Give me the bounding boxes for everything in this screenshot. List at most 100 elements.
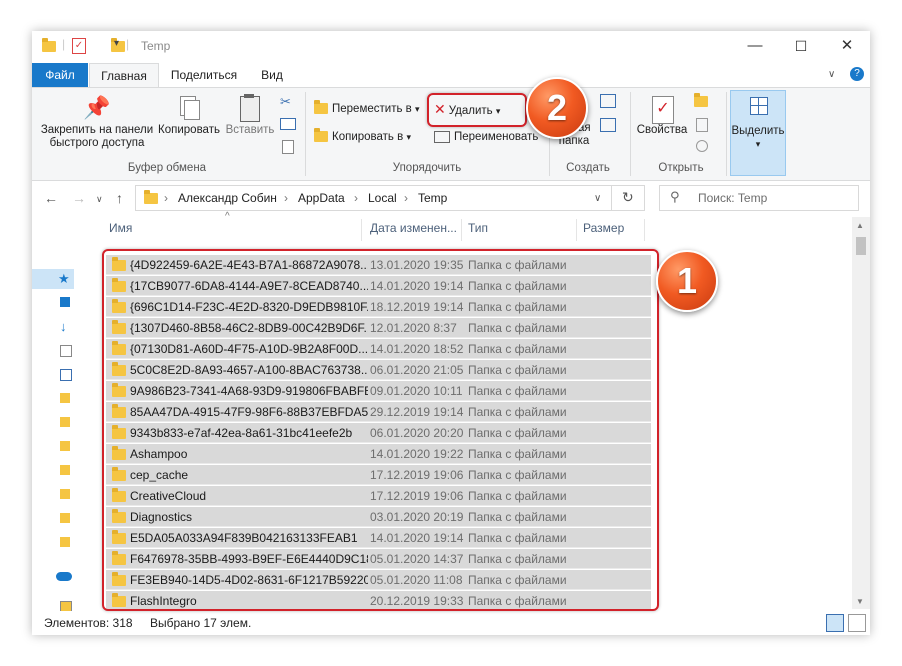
copy-to-label: Копировать в [332, 131, 404, 143]
tab-file[interactable]: Файл [32, 63, 88, 87]
maximize-button[interactable]: ☐ [778, 31, 824, 61]
ribbon-tabs: Файл Главная Поделиться Вид ∨ ? [32, 63, 870, 88]
forward-arrow-icon[interactable]: → [72, 190, 86, 206]
recent-locations-icon[interactable]: ∨ [96, 194, 103, 205]
collapse-ribbon-icon[interactable]: ∨ [828, 69, 835, 80]
move-folder-icon [314, 100, 328, 115]
help-icon[interactable]: ? [850, 67, 864, 81]
select-grid-icon [731, 91, 785, 125]
column-divider [361, 219, 362, 241]
search-box[interactable]: ⚲ Поиск: Temp [659, 185, 859, 211]
easy-access-icon[interactable] [600, 118, 616, 132]
column-divider [576, 219, 577, 241]
paste-button[interactable]: Вставить [224, 92, 276, 137]
column-size-header[interactable]: Размер [583, 221, 624, 235]
navigation-pane: ★ ↓ [32, 217, 74, 613]
nav-quick-access-item[interactable]: ★ [32, 269, 74, 289]
large-icons-view-icon[interactable] [848, 614, 866, 632]
rename-button[interactable]: Переименовать [434, 128, 538, 146]
column-type-header[interactable]: Тип [468, 221, 488, 235]
search-placeholder: Поиск: Temp [698, 191, 768, 205]
pictures-icon[interactable] [60, 369, 72, 381]
folder-icon[interactable] [60, 537, 70, 547]
dropdown-caret-icon: ▾ [414, 104, 420, 114]
copy-to-button[interactable]: Копировать в ▾ [314, 128, 411, 146]
group-separator [305, 92, 306, 176]
breadcrumb-appdata[interactable]: AppData [298, 191, 345, 205]
rename-icon [434, 130, 450, 143]
onedrive-icon[interactable] [56, 572, 72, 581]
divider [611, 186, 612, 210]
folder-icon[interactable] [60, 489, 70, 499]
customize-quick-access-icon[interactable]: ▾ [114, 38, 119, 49]
breadcrumb-separator: › [404, 191, 408, 205]
address-dropdown-icon[interactable]: ∨ [594, 193, 601, 204]
close-button[interactable]: ✕ [824, 31, 870, 61]
tab-view[interactable]: Вид [252, 63, 292, 87]
back-arrow-icon[interactable]: ← [44, 190, 58, 206]
column-name-header[interactable]: Имя [109, 221, 132, 235]
delete-button-annotation [427, 93, 527, 127]
step-1-badge: 1 [656, 250, 718, 312]
documents-icon[interactable] [60, 345, 72, 357]
open-icon[interactable] [694, 93, 708, 107]
address-bar[interactable]: › Александр Собин › AppData › Local › Te… [135, 185, 645, 211]
downloads-icon[interactable]: ↓ [60, 319, 70, 334]
scrollbar-thumb[interactable] [856, 237, 866, 255]
breadcrumb-user[interactable]: Александр Собин [178, 191, 277, 205]
paste-shortcut-icon[interactable] [282, 140, 294, 154]
pin-label-line2: быстрого доступа [49, 137, 145, 149]
explorer-window: | ✓ ▾ | Temp — ☐ ✕ Файл Главная Поделить… [32, 31, 870, 635]
selection-highlight-annotation [102, 249, 659, 611]
properties-button[interactable]: ✓ Свойства [634, 92, 690, 137]
address-row: ← → ∨ ↑ › Александр Собин › AppData › Lo… [32, 181, 870, 215]
select-button[interactable]: Выделить ▾ [730, 90, 786, 176]
tab-share[interactable]: Поделиться [162, 63, 246, 87]
desktop-icon[interactable] [60, 297, 70, 307]
properties-icon: ✓ [634, 92, 690, 124]
new-item-icon[interactable] [600, 94, 616, 108]
copy-path-icon[interactable] [280, 118, 296, 130]
copy-button[interactable]: Копировать [156, 92, 222, 137]
folder-icon[interactable] [60, 513, 70, 523]
group-separator [726, 92, 727, 176]
history-icon[interactable] [696, 140, 708, 152]
column-divider [644, 219, 645, 241]
folder-icon[interactable] [60, 417, 70, 427]
rename-label: Переименовать [454, 131, 539, 143]
paste-icon [224, 92, 276, 124]
refresh-icon[interactable]: ↻ [622, 189, 634, 206]
vertical-scrollbar[interactable]: ▲ ▼ [852, 217, 870, 609]
pin-icon: 📌 [83, 95, 111, 120]
sort-ascending-icon: ^ [225, 211, 230, 222]
cut-icon[interactable]: ✂ [280, 94, 291, 110]
pin-quick-access-button[interactable]: 📌 Закрепить на панели быстрого доступа [36, 92, 158, 150]
paste-label: Вставить [225, 124, 275, 136]
select-label: Выделить [731, 125, 785, 137]
separator: | [62, 37, 66, 51]
breadcrumb-separator: › [164, 191, 168, 205]
folder-icon[interactable] [60, 465, 70, 475]
move-to-label: Переместить в [332, 103, 412, 115]
breadcrumb-local[interactable]: Local [368, 191, 397, 205]
breadcrumb-separator: › [284, 191, 288, 205]
clipboard-group-label: Буфер обмена [127, 162, 207, 174]
column-date-header[interactable]: Дата изменен... [370, 221, 457, 235]
title-bar: | ✓ ▾ | Temp — ☐ ✕ [32, 31, 870, 63]
step-2-badge: 2 [526, 77, 588, 139]
move-to-button[interactable]: Переместить в ▾ [314, 100, 420, 118]
minimize-button[interactable]: — [732, 31, 778, 61]
scroll-up-icon[interactable]: ▲ [856, 221, 864, 230]
folder-icon[interactable] [60, 441, 70, 451]
scroll-down-icon[interactable]: ▼ [856, 597, 864, 606]
properties-quick-icon[interactable]: ✓ [72, 38, 86, 54]
details-view-icon[interactable] [826, 614, 844, 632]
up-arrow-icon[interactable]: ↑ [116, 190, 123, 206]
selected-count: Выбрано 17 элем. [150, 616, 252, 630]
column-divider [461, 219, 462, 241]
create-group-label: Создать [566, 162, 610, 174]
tab-home[interactable]: Главная [89, 63, 159, 88]
folder-icon[interactable] [60, 393, 70, 403]
breadcrumb-temp[interactable]: Temp [418, 191, 447, 205]
edit-icon[interactable] [696, 118, 708, 132]
